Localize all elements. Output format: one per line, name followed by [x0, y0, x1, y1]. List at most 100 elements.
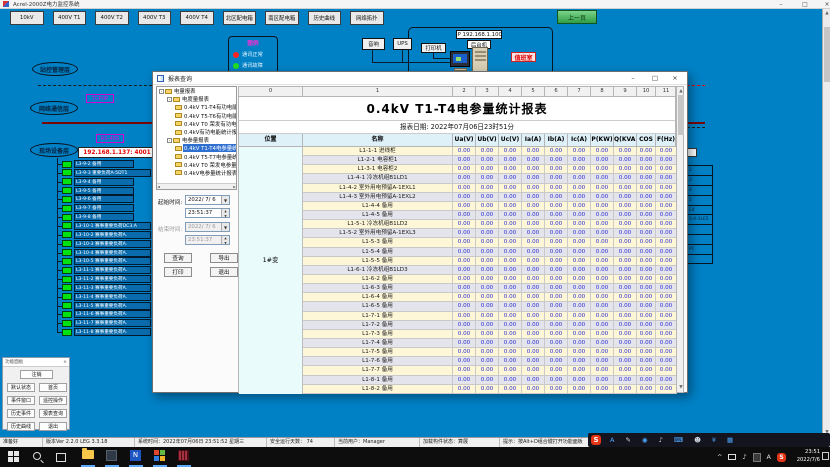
- start-date-input[interactable]: 2022/ 7/ 6 ▼: [185, 195, 230, 205]
- volume-icon[interactable]: ♪: [742, 453, 746, 461]
- window-close-icon[interactable]: ×: [818, 0, 830, 9]
- column-number-3[interactable]: 3: [476, 87, 499, 97]
- device-label[interactable]: L3-9-8 备用: [74, 213, 134, 221]
- column-number-4[interactable]: 4: [499, 87, 522, 97]
- tree-item-5[interactable]: 0.4kV T0 荣发有功电能: [157, 120, 236, 128]
- previous-page-button[interactable]: 上一页: [557, 10, 597, 24]
- table-row[interactable]: L1-6-4 备用0.000.000.000.000.000.000.000.0…: [303, 293, 677, 302]
- column-number-0[interactable]: 0: [239, 87, 303, 97]
- dialog-maximize-icon[interactable]: □: [645, 72, 665, 85]
- tree-item-4[interactable]: 0.4kV T5-T6有功电能统: [157, 112, 236, 120]
- panel-button-7[interactable]: 历史曲线: [7, 422, 35, 431]
- device-label[interactable]: L3-9-2 备用: [74, 160, 134, 168]
- column-header-4[interactable]: Ub(V): [476, 134, 499, 147]
- handwriting-pen-icon[interactable]: ✎: [625, 435, 630, 445]
- tree-item-10[interactable]: 0.4kV T0 荣发电参量统: [157, 161, 236, 169]
- table-row[interactable]: L1-5-2 室外用电预留A-1EXL30.000.000.000.000.00…: [303, 229, 677, 238]
- device-label[interactable]: L3-11-4 赛事重要负荷A.: [74, 293, 151, 301]
- column-header-8[interactable]: Ic(A): [568, 134, 591, 147]
- table-row[interactable]: L1-6-3 备用0.000.000.000.000.000.000.000.0…: [303, 284, 677, 293]
- tree-item-11[interactable]: 0.4kV电参量统计报表: [157, 169, 236, 177]
- device-label[interactable]: L3-11-1 赛事重要负荷A.: [74, 266, 151, 274]
- column-number-1[interactable]: 1: [303, 87, 453, 97]
- toolbox-icon[interactable]: ▦: [727, 435, 733, 445]
- tree-expander-icon[interactable]: -: [167, 97, 172, 102]
- table-row[interactable]: L1-7-1 备用0.000.000.000.000.000.000.000.0…: [303, 312, 677, 321]
- panel-button-5[interactable]: 历史事件: [7, 409, 35, 418]
- tree-item-7[interactable]: -电参量报表: [157, 136, 236, 144]
- table-row[interactable]: L1-7-5 备用0.000.000.000.000.000.000.000.0…: [303, 348, 677, 357]
- table-scrollbar[interactable]: ▲ ▼: [676, 86, 684, 393]
- device-label[interactable]: L3-9-4 备用: [74, 178, 134, 186]
- tab-5[interactable]: 400V T4: [180, 11, 214, 25]
- column-number-2[interactable]: 2: [453, 87, 476, 97]
- dialog-close-icon[interactable]: ×: [665, 72, 685, 85]
- scroll-down-icon[interactable]: ▼: [677, 383, 685, 392]
- table-row[interactable]: L1-4-2 室外用电预留A-1EXL10.000.000.000.000.00…: [303, 184, 677, 193]
- account-icon[interactable]: ☻: [694, 435, 701, 445]
- tree-expander-icon[interactable]: -: [159, 89, 164, 94]
- table-row[interactable]: L1-6-1 冷冻机组B1LD30.000.000.000.000.000.00…: [303, 266, 677, 275]
- ime-letter-a-icon[interactable]: A: [610, 435, 614, 445]
- column-header-5[interactable]: Uc(V): [499, 134, 522, 147]
- window-maximize-icon[interactable]: □: [796, 0, 814, 9]
- device-label[interactable]: L3-10-5 赛事重要负荷A.: [74, 257, 151, 265]
- panel-button-4[interactable]: 遥控操作: [39, 396, 67, 405]
- device-label[interactable]: L3-10-1 赛事重要负荷DC3.A: [74, 222, 151, 230]
- task-view-icon[interactable]: [56, 451, 68, 463]
- tab-1[interactable]: 10kV: [10, 11, 44, 25]
- table-row[interactable]: L1-5-4 备用0.000.000.000.000.000.000.000.0…: [303, 248, 677, 257]
- table-row[interactable]: L1-7-2 备用0.000.000.000.000.000.000.000.0…: [303, 321, 677, 330]
- table-row[interactable]: L1-8-2 备用0.000.000.000.000.000.000.000.0…: [303, 385, 677, 394]
- ime-box-icon[interactable]: [753, 453, 761, 462]
- panel-button-2[interactable]: 首页: [39, 383, 67, 392]
- soft-keyboard-icon[interactable]: ⌨: [674, 435, 683, 445]
- column-number-8[interactable]: 8: [591, 87, 614, 97]
- column-number-7[interactable]: 7: [568, 87, 591, 97]
- start-time-input[interactable]: 23:51:37 ▲▼: [185, 208, 230, 218]
- column-header-7[interactable]: Ib(A): [545, 134, 568, 147]
- tree-item-2[interactable]: -电度量报表: [157, 95, 236, 103]
- table-row[interactable]: L1-7-6 备用0.000.000.000.000.000.000.000.0…: [303, 357, 677, 366]
- tab-6[interactable]: 北区配电箱: [223, 11, 257, 25]
- close-icon[interactable]: ×: [63, 360, 67, 365]
- tree-item-9[interactable]: 0.4kV T5-T7电参量统计: [157, 153, 236, 161]
- dialog-titlebar[interactable]: 报表查询: [153, 72, 687, 85]
- currency-icon[interactable]: ¥: [712, 435, 716, 445]
- column-header-3[interactable]: Ua(V): [453, 134, 476, 147]
- table-row[interactable]: L1-1-1 进线柜0.000.000.000.000.000.000.000.…: [303, 147, 677, 156]
- spinner-icon[interactable]: ▲▼: [221, 209, 229, 217]
- device-label[interactable]: L3-10-3 赛事重要负荷A.: [74, 240, 151, 248]
- blue-app-icon[interactable]: N: [130, 450, 141, 461]
- tray-chevron-icon[interactable]: ^: [717, 453, 722, 461]
- print-button[interactable]: 打印: [164, 267, 192, 277]
- table-row[interactable]: L1-7-4 备用0.000.000.000.000.000.000.000.0…: [303, 339, 677, 348]
- notification-center-icon[interactable]: [822, 452, 829, 460]
- chevron-down-icon[interactable]: ▼: [221, 196, 229, 204]
- device-label[interactable]: L3-9-7 备用: [74, 204, 134, 212]
- tab-2[interactable]: 400V T1: [53, 11, 87, 25]
- dialog-minimize-icon[interactable]: –: [623, 72, 643, 85]
- tab-4[interactable]: 400V T3: [138, 11, 172, 25]
- tree-item-6[interactable]: 0.4kV有功电能统计报表: [157, 128, 236, 136]
- panel-button-1[interactable]: 默认状态: [7, 383, 35, 392]
- column-number-11[interactable]: 11: [656, 87, 677, 97]
- sogou-logo-icon[interactable]: S: [591, 435, 601, 445]
- tree-expander-icon[interactable]: -: [167, 138, 172, 143]
- device-label[interactable]: L3-11-6 赛事重要负荷A.: [74, 310, 151, 318]
- table-row[interactable]: L1-3-1 电容柜20.000.000.000.000.000.000.000…: [303, 165, 677, 174]
- sogou-tray-icon[interactable]: S: [777, 453, 786, 462]
- table-row[interactable]: L1-4-4 备用0.000.000.000.000.000.000.000.0…: [303, 202, 677, 211]
- file-explorer-icon[interactable]: [82, 450, 94, 459]
- scada-app-icon[interactable]: [154, 450, 165, 461]
- device-label[interactable]: L3-9-6 备用: [74, 195, 134, 203]
- window-minimize-icon[interactable]: –: [772, 0, 790, 9]
- logout-button[interactable]: 注销: [20, 370, 53, 379]
- tree-item-8[interactable]: 0.4kV T1-T4电参量统计: [157, 144, 236, 152]
- panel-button-8[interactable]: 退出: [39, 422, 67, 431]
- tab-9[interactable]: 网络拓扑: [350, 11, 384, 25]
- device-label[interactable]: L3-11-7 赛事重要负荷A.: [74, 319, 151, 327]
- skin-icon[interactable]: ◉: [642, 435, 648, 445]
- column-header-1[interactable]: 位置: [239, 134, 303, 147]
- remote-app-icon[interactable]: [106, 450, 117, 461]
